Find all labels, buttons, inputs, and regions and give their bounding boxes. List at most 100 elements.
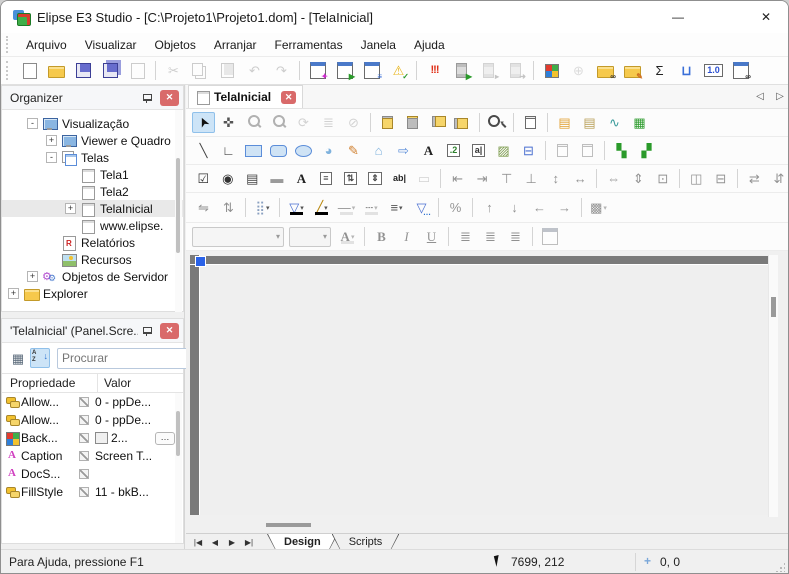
menu-objetos[interactable]: Objetos — [146, 35, 205, 55]
display-tool-icon[interactable]: .2 — [442, 140, 465, 161]
same-height-icon[interactable]: ⇕ — [627, 168, 650, 189]
menu-arquivo[interactable]: Arquivo — [17, 35, 76, 55]
send-backward-icon[interactable] — [451, 112, 474, 133]
bold-icon[interactable]: B — [370, 226, 393, 247]
find-object-icon[interactable]: ∞ — [728, 59, 753, 82]
align-right-icon[interactable]: ⇥ — [471, 168, 494, 189]
property-row[interactable]: Back...2...… — [2, 429, 183, 447]
tree-item-telainicial[interactable]: +TelaInicial — [2, 200, 183, 217]
center-horizontal-icon[interactable]: ↔ — [569, 168, 592, 189]
flip-vertical-icon[interactable]: ⇅ — [217, 197, 240, 218]
polyline-tool-icon[interactable]: ∟ — [217, 140, 240, 161]
same-width-icon[interactable]: ⇔ — [602, 168, 625, 189]
ellipse-tool-icon[interactable] — [292, 140, 315, 161]
close-tab-icon[interactable]: ✕ — [281, 91, 296, 104]
frame-control-icon[interactable]: ▭ — [413, 168, 436, 189]
library-icon[interactable]: ⊔ — [674, 59, 699, 82]
search-in-files-icon[interactable]: ∞ — [593, 59, 618, 82]
line-tool-icon[interactable]: ╲ — [192, 140, 215, 161]
property-value[interactable]: 11 - bkB... — [95, 485, 149, 499]
horizontal-scrollbar-thumb[interactable] — [266, 523, 311, 527]
export-server-icon[interactable]: ➜ — [503, 59, 528, 82]
zoom-level-icon[interactable]: ▾ — [485, 112, 508, 133]
menu-visualizar[interactable]: Visualizar — [76, 35, 146, 55]
expander-icon[interactable]: - — [46, 152, 57, 163]
tree-item-tela1[interactable]: Tela1 — [2, 166, 183, 183]
query-object-icon[interactable]: ▤ — [578, 112, 601, 133]
save-all-icon[interactable] — [98, 59, 123, 82]
fill-color-icon[interactable]: ▽▾ — [285, 197, 308, 218]
pin-icon[interactable] — [138, 323, 156, 339]
pan-tool-icon[interactable]: ✜ — [217, 112, 240, 133]
alphabetical-view-icon[interactable] — [30, 348, 50, 368]
connect-points-icon[interactable]: ▚ — [610, 140, 633, 161]
first-tab-icon[interactable]: |◀ — [190, 535, 206, 550]
screen-canvas[interactable] — [200, 265, 768, 515]
menu-arranjar[interactable]: Arranjar — [205, 35, 266, 55]
tree-item-visualiza-o[interactable]: -Visualização — [2, 115, 183, 132]
scroll-tabs-right-icon[interactable]: ▷ — [770, 87, 789, 107]
tree-item-recursos[interactable]: Recursos — [2, 251, 183, 268]
percent-size-icon[interactable]: % — [444, 197, 467, 218]
version-control-icon[interactable]: 1.0 — [701, 59, 726, 82]
link-arrow-tool-icon[interactable]: ⇨ — [392, 140, 415, 161]
decrease-height-icon[interactable]: ↓ — [503, 197, 526, 218]
chart-object-icon[interactable]: ∿ — [603, 112, 626, 133]
select-objects-icon[interactable]: ▾ — [519, 112, 542, 133]
resize-grip[interactable] — [775, 562, 785, 572]
rectangle-tool-icon[interactable] — [242, 140, 265, 161]
align-left-icon[interactable]: ⇤ — [446, 168, 469, 189]
rotate-tool-icon[interactable]: ⟳ — [292, 112, 315, 133]
font-size-combo[interactable]: ▾ — [289, 227, 331, 247]
tree-item-explorer[interactable]: +Explorer — [2, 285, 183, 302]
bring-to-front-icon[interactable] — [376, 112, 399, 133]
copy-icon[interactable] — [188, 59, 213, 82]
undo-icon[interactable]: ↶ — [242, 59, 267, 82]
close-button-icon[interactable]: ✕ — [744, 1, 788, 33]
stop-domain-icon[interactable]: !!! — [422, 59, 447, 82]
updown-control-icon[interactable]: ⇕ — [364, 168, 387, 189]
setpoint-tool-icon[interactable]: a| — [467, 140, 490, 161]
expander-icon[interactable]: + — [65, 203, 76, 214]
fill-effects-icon[interactable]: ▽… — [410, 197, 433, 218]
underline-icon[interactable]: U — [420, 226, 443, 247]
verify-domain-icon[interactable]: ⚠✓ — [386, 59, 411, 82]
button-control-icon[interactable]: ▬ — [266, 168, 289, 189]
web-browser-icon[interactable]: ⊕ — [566, 59, 591, 82]
redo-icon[interactable]: ↷ — [269, 59, 294, 82]
application-report-icon[interactable]: ≡ — [359, 59, 384, 82]
maximize-button-icon[interactable] — [700, 1, 744, 33]
minimize-button-icon[interactable]: — — [656, 1, 700, 33]
property-value[interactable]: 0 - ppDe... — [95, 395, 151, 409]
align-bottom-icon[interactable]: ⊥ — [520, 168, 543, 189]
same-size-icon[interactable]: ⊡ — [652, 168, 675, 189]
font-name-combo[interactable]: ▾ — [192, 227, 284, 247]
shadow-icon[interactable]: ▩▾ — [587, 197, 610, 218]
expander-icon[interactable]: + — [8, 288, 19, 299]
increase-width-icon[interactable]: → — [553, 197, 576, 218]
tree-item-www-elipse-[interactable]: www.elipse. — [2, 217, 183, 234]
checkbox-control-icon[interactable]: ☑ — [192, 168, 215, 189]
menu-ferramentas[interactable]: Ferramentas — [266, 35, 352, 55]
send-to-back-icon[interactable] — [401, 112, 424, 133]
previous-tab-icon[interactable]: ◀ — [207, 535, 223, 550]
view-tab-scripts[interactable]: Scripts — [333, 534, 399, 550]
expander-icon[interactable]: + — [27, 271, 38, 282]
combobox-control-icon[interactable]: ▤ — [241, 168, 264, 189]
selection-handle[interactable] — [195, 256, 206, 267]
property-row[interactable]: CaptionScreen T... — [2, 447, 183, 465]
recipe-object-icon[interactable]: ▦ — [628, 112, 651, 133]
run-application-icon[interactable]: ▶ — [332, 59, 357, 82]
save-icon[interactable] — [71, 59, 96, 82]
alarm-browser-object-icon[interactable]: ▤ — [553, 112, 576, 133]
center-vertical-icon[interactable]: ↕ — [544, 168, 567, 189]
increase-height-icon[interactable]: ↑ — [478, 197, 501, 218]
horizontal-scrollbar[interactable] — [186, 517, 789, 533]
property-row[interactable]: Allow...0 - ppDe... — [2, 411, 183, 429]
tree-item-relat-rios[interactable]: Relatórios — [2, 234, 183, 251]
property-row[interactable]: Allow...0 - ppDe... — [2, 393, 183, 411]
listbox-control-icon[interactable]: ≡ — [315, 168, 338, 189]
arc-tool-icon[interactable]: ◕ — [317, 140, 340, 161]
property-value[interactable]: 2... — [111, 431, 128, 445]
property-row[interactable]: DocS... — [2, 465, 183, 483]
